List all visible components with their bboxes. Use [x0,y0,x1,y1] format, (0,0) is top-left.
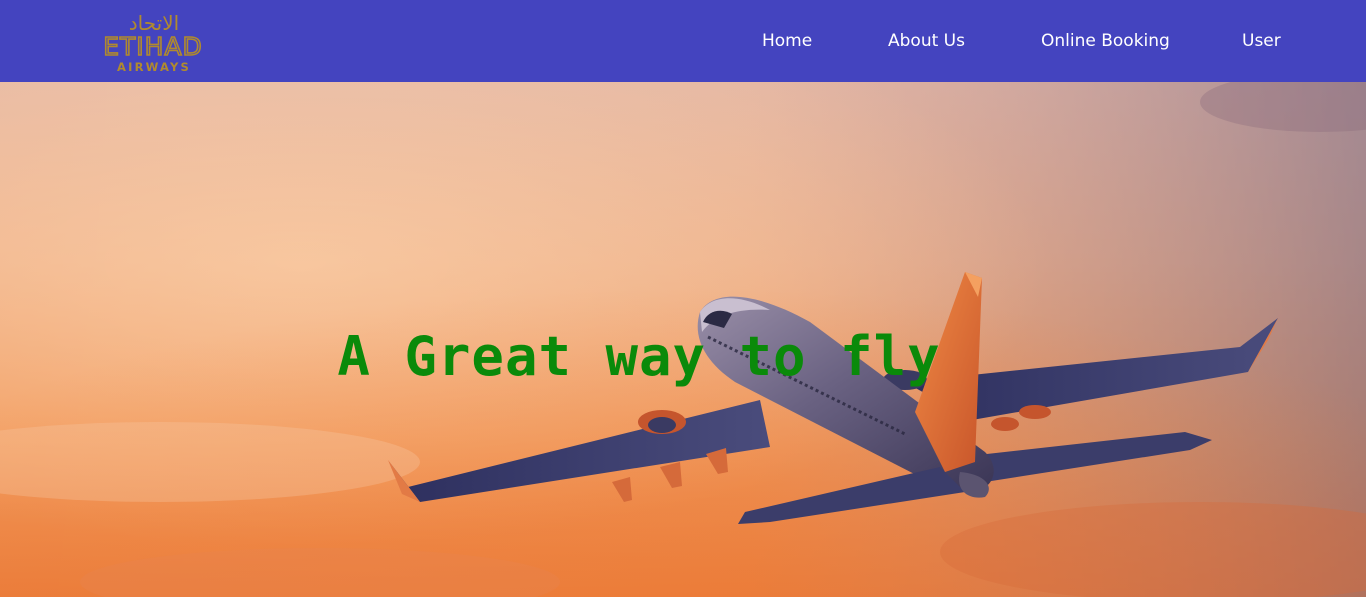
etihad-logo[interactable]: الاتحاد ETIHAD AIRWAYS [88,10,220,74]
logo-graphic: الاتحاد ETIHAD AIRWAYS [102,11,203,74]
page: الاتحاد ETIHAD AIRWAYS Home About Us Onl… [0,0,1366,597]
navbar: الاتحاد ETIHAD AIRWAYS Home About Us Onl… [0,0,1366,82]
hero-banner: A Great way to fly [0,82,1366,597]
logo-subtitle: AIRWAYS [117,60,191,74]
logo-wordmark: ETIHAD [103,32,203,61]
nav-user[interactable]: User [1242,30,1281,52]
nav-online-booking[interactable]: Online Booking [1041,30,1170,52]
hero-headline: A Great way to fly [337,325,941,388]
nav-home[interactable]: Home [762,30,812,52]
nav-about-us[interactable]: About Us [888,30,965,52]
